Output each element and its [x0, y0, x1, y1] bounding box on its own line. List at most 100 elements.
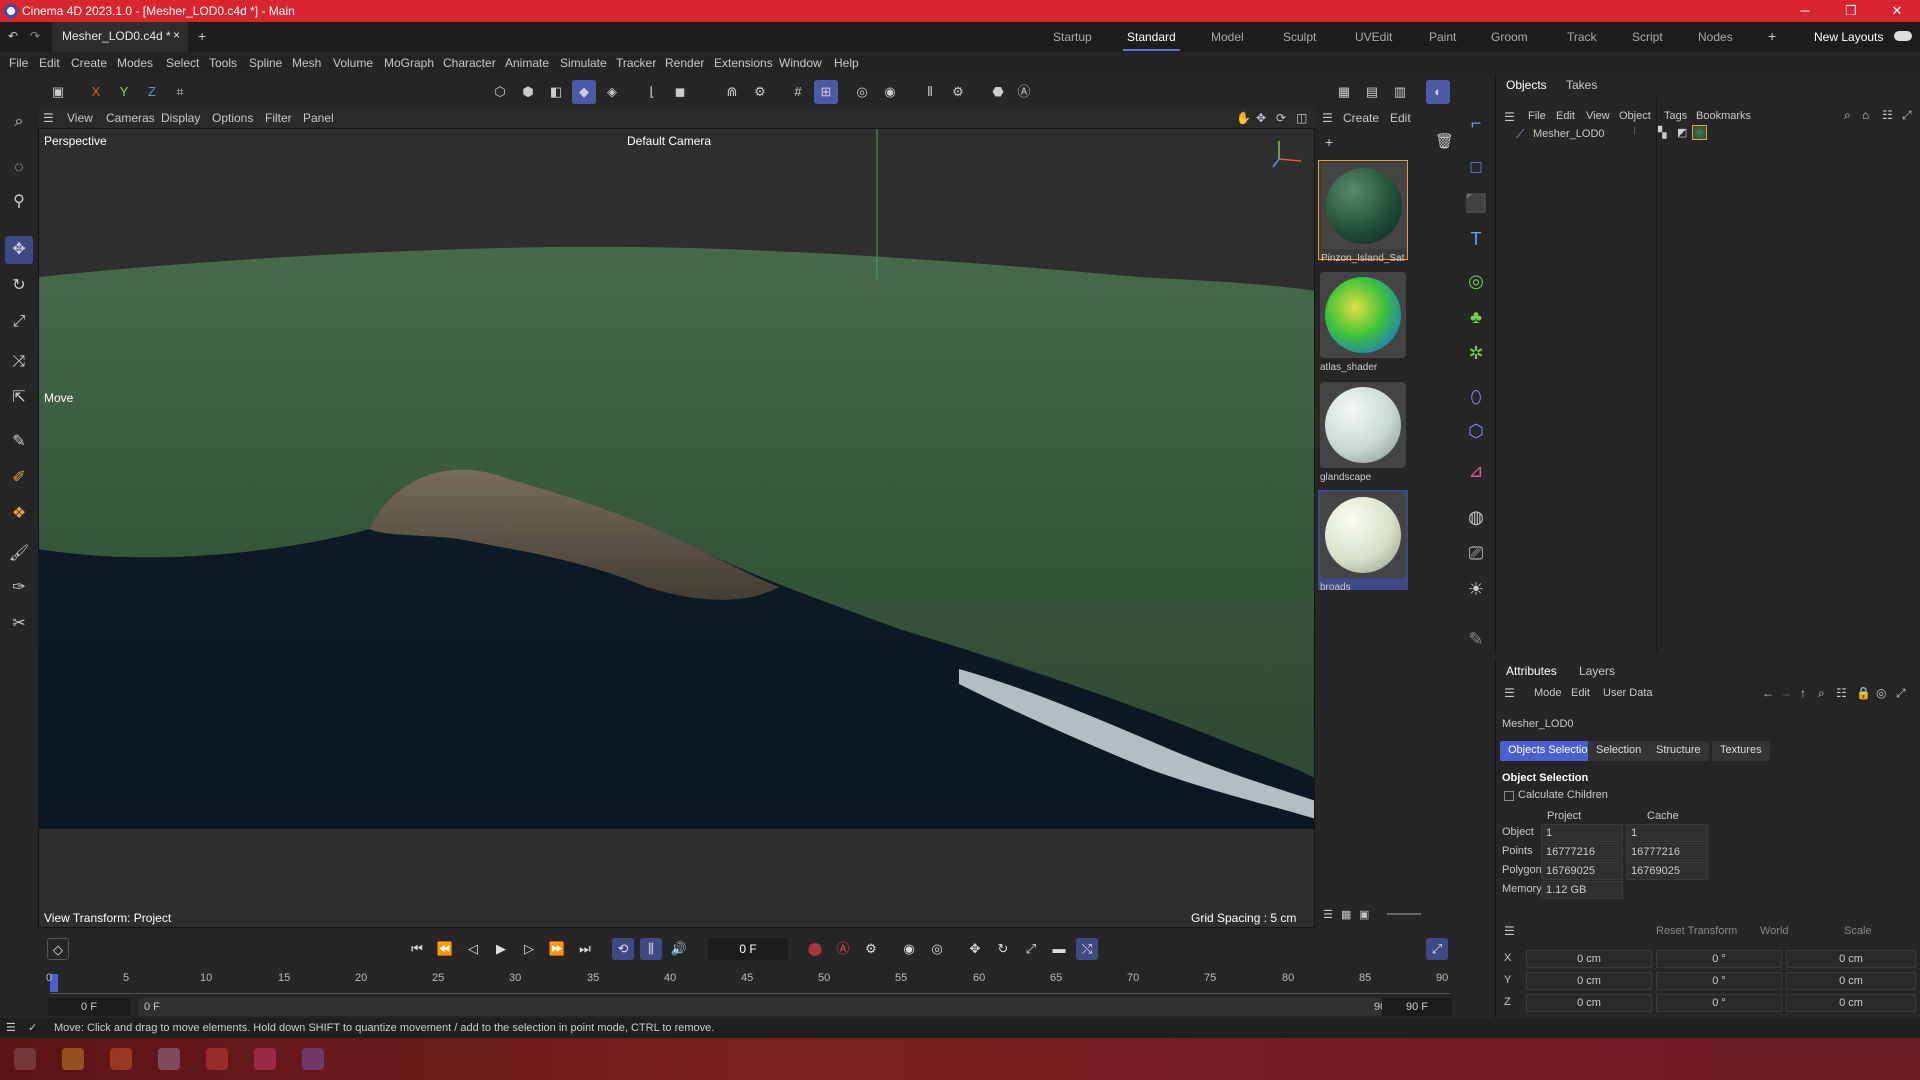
motion-record-icon[interactable]: ◉ — [898, 938, 920, 960]
material-menu-edit[interactable]: Edit — [1390, 111, 1411, 125]
taskbar-app-icon[interactable] — [206, 1048, 228, 1070]
material-swatch[interactable]: broads — [1318, 490, 1408, 593]
symmetry-icon[interactable]: ◉ — [878, 80, 902, 104]
menu-mesh[interactable]: Mesh — [292, 56, 321, 70]
rotation-field[interactable]: 0 ° — [1656, 950, 1782, 968]
axis-y-lock[interactable]: Y — [112, 80, 136, 104]
autokey-icon[interactable]: Ⓐ — [832, 938, 854, 960]
attributes-menu-edit[interactable]: Edit — [1571, 687, 1590, 699]
subtab-structure[interactable]: Structure — [1648, 741, 1709, 761]
large-view-icon[interactable]: ▣ — [1359, 908, 1369, 921]
layout-track[interactable]: Track — [1567, 30, 1597, 44]
new-layouts-toggle[interactable] — [1894, 31, 1912, 41]
live-link-icon[interactable]: ◐ — [1426, 80, 1450, 104]
placement-tool-icon[interactable]: ⇱ — [5, 384, 33, 412]
layout-model[interactable]: Model — [1211, 30, 1244, 44]
material-menu-create[interactable]: Create — [1343, 111, 1379, 125]
rotation-field[interactable]: 0 ° — [1656, 972, 1782, 990]
cube-icon[interactable]: ⬛ — [1463, 190, 1489, 216]
select-tool-icon[interactable]: ◌ — [5, 154, 33, 182]
position-field[interactable]: 0 cm — [1526, 950, 1652, 968]
viewport-menu-options[interactable]: Options — [212, 111, 253, 125]
sound-icon[interactable]: 🔊 — [668, 938, 690, 960]
uv-mode-icon[interactable]: ◈ — [600, 80, 624, 104]
coordinate-mode-dropdown[interactable]: Scale — [1844, 925, 1872, 937]
key-position-icon[interactable]: ✥ — [964, 938, 986, 960]
layout-uvedit[interactable]: UVEdit — [1355, 30, 1392, 44]
key-settings-icon[interactable]: ⚙ — [860, 938, 882, 960]
mograph-tool-icon[interactable]: ❖ — [5, 500, 33, 528]
new-layouts-label[interactable]: New Layouts — [1814, 30, 1883, 44]
object-name[interactable]: Mesher_LOD0 — [1533, 128, 1605, 140]
subtab-selection[interactable]: Selection — [1588, 741, 1650, 761]
generator-icon[interactable]: ◎ — [1463, 268, 1489, 294]
search-icon[interactable]: ⌕ — [1818, 686, 1825, 701]
keyframe-icon[interactable]: ◇ — [47, 938, 69, 960]
search-icon[interactable]: ⌕ — [1844, 108, 1851, 123]
mirror-icon[interactable]: ⫴ — [918, 80, 942, 104]
taskbar-app-icon[interactable] — [62, 1048, 84, 1070]
coordinate-space-dropdown[interactable]: World — [1760, 925, 1789, 937]
light-icon[interactable]: ☀ — [1463, 576, 1489, 602]
filter-icon[interactable]: ☷ — [1836, 686, 1847, 700]
up-arrow-icon[interactable]: ↑ — [1800, 686, 1806, 700]
current-frame-field[interactable]: 0 F — [708, 938, 788, 960]
previous-frame-icon[interactable]: ◁ — [462, 938, 484, 960]
calculate-children-checkbox[interactable] — [1504, 791, 1514, 801]
knife-tool-icon[interactable]: ✂ — [5, 610, 33, 638]
viewport-menu-display[interactable]: Display — [161, 111, 200, 125]
rotation-field[interactable]: 0 ° — [1656, 994, 1782, 1012]
solo-icon[interactable]: ◼ — [668, 80, 692, 104]
viewport-camera-label[interactable]: Default Camera — [627, 134, 711, 148]
viewport-layout-icon[interactable]: ◫ — [1296, 111, 1307, 125]
menu-create[interactable]: Create — [71, 56, 107, 70]
axis-x-lock[interactable]: X — [84, 80, 108, 104]
objects-menu-edit[interactable]: Edit — [1556, 110, 1575, 122]
material-swatch[interactable]: glandscape — [1318, 380, 1408, 483]
taskbar-app-icon[interactable] — [158, 1048, 180, 1070]
taskbar-app-icon[interactable] — [254, 1048, 276, 1070]
menu-render[interactable]: Render — [665, 56, 704, 70]
timeline-window-icon[interactable]: ⤢ — [1426, 938, 1448, 960]
previous-key-icon[interactable]: ⏪ — [434, 938, 456, 960]
null-object-icon[interactable]: ⌐ — [1463, 110, 1489, 136]
undo-icon[interactable]: ↶ — [8, 29, 18, 43]
objects-hamburger-icon[interactable]: ☰ — [1504, 110, 1515, 124]
back-arrow-icon[interactable]: ← — [1762, 686, 1774, 700]
phong-tag-icon[interactable]: ▚ — [1658, 126, 1666, 139]
attributes-hamburger-icon[interactable]: ☰ — [1504, 686, 1515, 700]
render-to-viewer-icon[interactable]: ▤ — [1360, 80, 1384, 104]
range-bar[interactable]: 0 F 90 F — [138, 998, 1418, 1016]
tab-layers[interactable]: Layers — [1579, 664, 1615, 678]
text-icon[interactable]: T — [1463, 226, 1489, 252]
layout-groom[interactable]: Groom — [1491, 30, 1528, 44]
viewport-hamburger-icon[interactable]: ☰ — [43, 111, 54, 125]
tweak-tool-icon[interactable]: ⚲ — [5, 188, 33, 216]
home-icon[interactable]: ⌂ — [1862, 108, 1869, 122]
subtab-textures[interactable]: Textures — [1712, 741, 1770, 761]
key-param-icon[interactable]: ▬ — [1048, 938, 1070, 960]
tab-objects[interactable]: Objects — [1506, 78, 1547, 92]
menu-edit[interactable]: Edit — [39, 56, 60, 70]
list-view-icon[interactable]: ☰ — [1323, 908, 1333, 921]
spline-tool-icon[interactable]: ✐ — [5, 464, 33, 492]
transform-tool-icon[interactable]: ⤨ — [5, 348, 33, 376]
grid-view-icon[interactable]: ▦ — [1341, 908, 1351, 921]
key-pla-icon[interactable]: ⤭ — [1076, 938, 1098, 960]
material-swatch[interactable]: atlas_shader — [1318, 270, 1408, 373]
expand-icon[interactable]: ⤢ — [1902, 108, 1912, 123]
scale-field[interactable]: 0 cm — [1786, 950, 1916, 968]
add-layout-icon[interactable]: + — [1768, 28, 1776, 44]
objects-menu-bookmarks[interactable]: Bookmarks — [1696, 110, 1751, 122]
forward-arrow-icon[interactable]: → — [1780, 686, 1792, 700]
scale-field[interactable]: 0 cm — [1786, 994, 1916, 1012]
dynamics-icon[interactable]: ⊿ — [1463, 458, 1489, 484]
go-to-start-icon[interactable]: ⏮ — [406, 938, 428, 960]
document-tab[interactable]: Mesher_LOD0.c4d * × — [52, 22, 188, 52]
layout-script[interactable]: Script — [1632, 30, 1663, 44]
render-view-icon[interactable]: ▦ — [1332, 80, 1356, 104]
menu-spline[interactable]: Spline — [249, 56, 282, 70]
thumbnail-size-slider[interactable] — [1387, 913, 1421, 915]
edges-mode-icon[interactable]: ◧ — [544, 80, 568, 104]
menu-character[interactable]: Character — [443, 56, 496, 70]
